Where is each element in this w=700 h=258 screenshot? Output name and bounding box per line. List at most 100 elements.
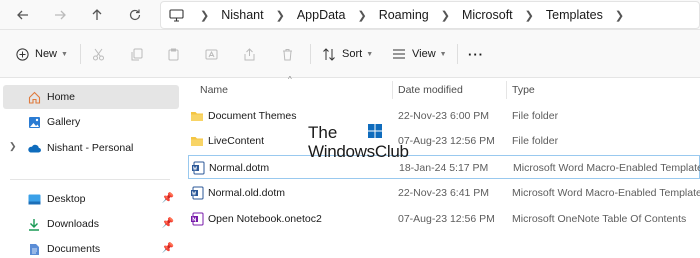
watermark: The WindowsClub — [308, 123, 418, 165]
sidebar-item-label: Nishant - Personal — [47, 142, 134, 154]
file-type: Microsoft Word Macro-Enabled Template — [513, 162, 700, 174]
column-header-row: Name ^ Date modified Type — [182, 75, 700, 101]
breadcrumb-templates[interactable]: Templates — [546, 8, 603, 22]
scissors-icon — [93, 48, 104, 60]
share-button[interactable] — [243, 44, 256, 64]
copy-button[interactable] — [130, 44, 143, 64]
breadcrumb-roaming[interactable]: Roaming — [379, 8, 429, 22]
watermark-line-2: WindowsClub — [308, 142, 409, 161]
view-list-icon — [393, 49, 405, 59]
trash-icon — [283, 48, 292, 60]
back-button[interactable] — [12, 5, 34, 25]
sort-ascending-icon: ^ — [288, 75, 292, 84]
toolbar-divider — [457, 44, 458, 64]
column-divider[interactable] — [506, 81, 507, 99]
onenote-icon — [191, 212, 204, 226]
file-name: Normal.dotm — [209, 162, 270, 174]
sort-button-label: Sort — [342, 48, 363, 60]
sidebar-item-downloads[interactable]: Downloads 📌 — [0, 212, 182, 236]
clipboard-icon — [168, 48, 179, 60]
table-row[interactable]: Open Notebook.onetoc2 07-Aug-23 12:56 PM… — [188, 207, 700, 231]
sidebar-item-label: Desktop — [47, 193, 86, 205]
copy-icon — [131, 48, 143, 60]
document-icon — [27, 242, 41, 256]
gallery-icon — [27, 115, 41, 129]
sidebar-item-documents[interactable]: Documents 📌 — [0, 237, 182, 258]
file-date: 22-Nov-23 6:41 PM — [398, 187, 490, 199]
share-icon — [244, 47, 255, 60]
sidebar-item-label: Gallery — [47, 116, 81, 128]
folder-icon — [191, 112, 203, 121]
column-header-name[interactable]: Name — [200, 84, 228, 96]
file-name: Document Themes — [208, 110, 297, 122]
breadcrumb-separator-icon: ❯ — [524, 9, 534, 22]
column-header-date[interactable]: Date modified — [398, 84, 463, 96]
sidebar-item-label: Documents — [47, 243, 101, 255]
cut-button[interactable] — [92, 44, 105, 64]
paste-button[interactable] — [167, 44, 180, 64]
file-list: Name ^ Date modified Type Document Theme… — [182, 75, 700, 258]
table-row[interactable]: Normal.old.dotm 22-Nov-23 6:41 PM Micros… — [188, 181, 700, 205]
breadcrumb-separator-icon: ❯ — [357, 9, 367, 22]
pin-icon[interactable]: 📌 — [162, 243, 174, 254]
toolbar-divider — [310, 44, 311, 64]
watermark-line-1: The — [308, 123, 338, 142]
up-button[interactable] — [86, 5, 108, 25]
onedrive-cloud-icon — [27, 141, 41, 155]
refresh-button[interactable] — [124, 5, 146, 25]
sidebar-item-gallery[interactable]: Gallery — [0, 110, 182, 134]
up-arrow-icon — [92, 9, 102, 20]
sidebar-item-onedrive[interactable]: ❯ Nishant - Personal — [0, 136, 182, 160]
desktop-icon — [27, 192, 41, 206]
view-button-label: View — [412, 48, 436, 60]
file-type: Microsoft Word Macro-Enabled Template — [512, 187, 700, 199]
table-row[interactable]: Document Themes 22-Nov-23 6:00 PM File f… — [188, 104, 700, 128]
file-date: 07-Aug-23 12:56 PM — [398, 213, 495, 225]
breadcrumb-appdata[interactable]: AppData — [297, 8, 346, 22]
sort-button[interactable]: Sort ▼ — [322, 44, 373, 64]
sidebar-item-desktop[interactable]: Desktop 📌 — [0, 187, 182, 211]
chevron-down-icon: ▼ — [439, 50, 447, 58]
forward-arrow-icon — [55, 10, 66, 20]
plus-circle-icon — [16, 47, 29, 61]
folder-icon — [191, 137, 203, 146]
file-type: File folder — [512, 110, 559, 122]
file-type: File folder — [512, 135, 559, 147]
breadcrumb-nishant[interactable]: Nishant — [221, 8, 263, 22]
back-arrow-icon — [17, 10, 28, 20]
command-bar: New ▼ Sort ▼ View ▼ ··· — [0, 30, 700, 78]
delete-button[interactable] — [281, 44, 294, 64]
this-pc-icon — [169, 8, 184, 22]
file-name: LiveContent — [208, 135, 265, 147]
word-template-icon — [191, 186, 204, 200]
pin-icon[interactable]: 📌 — [162, 218, 174, 229]
word-template-icon — [192, 161, 205, 175]
address-row: ❯ Nishant ❯ AppData ❯ Roaming ❯ Microsof… — [0, 0, 700, 30]
sidebar-item-home[interactable]: Home — [3, 85, 179, 109]
chevron-down-icon: ▼ — [366, 50, 374, 58]
file-name: Open Notebook.onetoc2 — [208, 213, 322, 225]
forward-button[interactable] — [49, 5, 71, 25]
breadcrumb-separator-icon: ❯ — [200, 9, 210, 22]
sidebar-item-label: Home — [47, 91, 76, 103]
breadcrumb-separator-icon: ❯ — [275, 9, 285, 22]
chevron-right-icon[interactable]: ❯ — [9, 141, 17, 152]
sidebar-divider — [10, 179, 170, 180]
rename-button[interactable] — [205, 44, 218, 64]
column-divider[interactable] — [392, 81, 393, 99]
rename-icon — [205, 49, 218, 59]
new-button[interactable]: New ▼ — [16, 44, 68, 64]
table-row[interactable]: Normal.dotm 18-Jan-24 5:17 PM Microsoft … — [188, 155, 700, 179]
more-options-button[interactable]: ··· — [468, 44, 484, 64]
view-button[interactable]: View ▼ — [392, 44, 447, 64]
refresh-icon — [129, 9, 141, 21]
toolbar-divider — [80, 44, 81, 64]
pin-icon[interactable]: 📌 — [162, 193, 174, 204]
address-bar[interactable]: ❯ Nishant ❯ AppData ❯ Roaming ❯ Microsof… — [160, 1, 700, 29]
table-row[interactable]: LiveContent 07-Aug-23 12:56 PM File fold… — [188, 129, 700, 153]
chevron-down-icon: ▼ — [61, 50, 68, 58]
column-header-type[interactable]: Type — [512, 84, 535, 96]
windows-logo-icon — [368, 124, 382, 138]
breadcrumb-separator-icon: ❯ — [440, 9, 450, 22]
breadcrumb-microsoft[interactable]: Microsoft — [462, 8, 513, 22]
